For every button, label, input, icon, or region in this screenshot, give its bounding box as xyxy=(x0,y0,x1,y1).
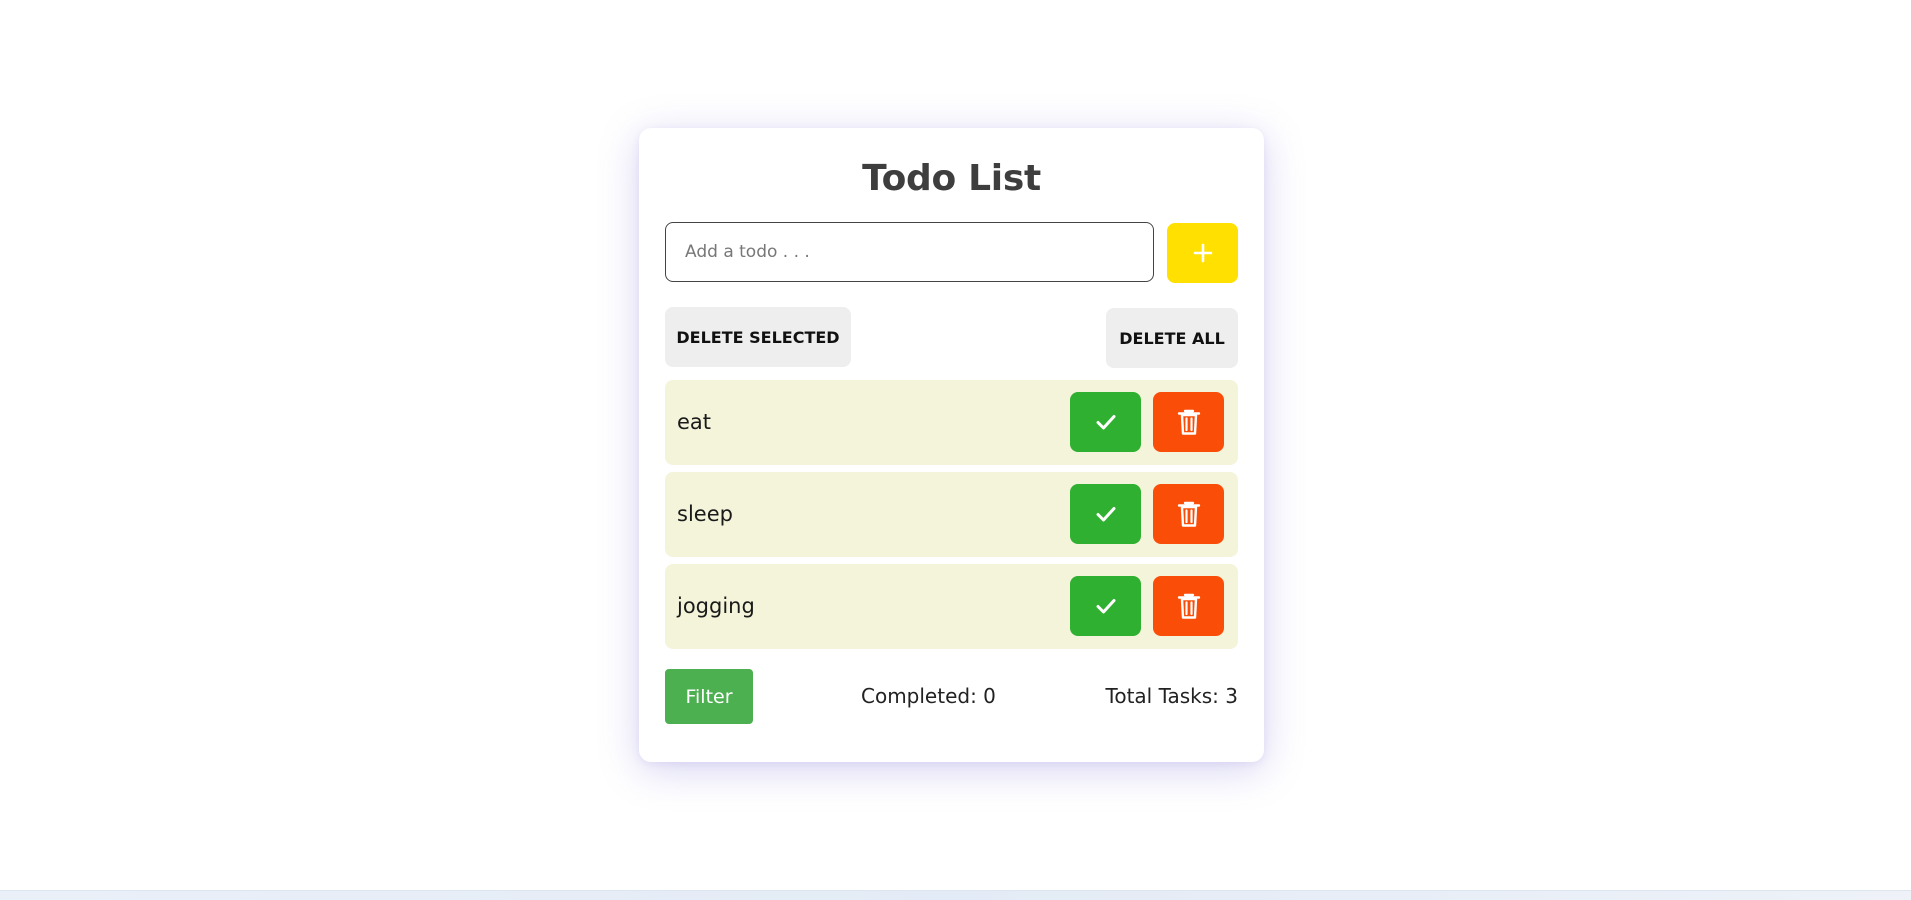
page: Todo List DELETE SELECTED DELETE ALL eat xyxy=(0,0,1911,900)
check-icon xyxy=(1096,414,1116,430)
plus-icon xyxy=(1193,243,1213,263)
delete-all-button[interactable]: DELETE ALL xyxy=(1106,308,1238,368)
todo-card: Todo List DELETE SELECTED DELETE ALL eat xyxy=(639,128,1264,762)
todo-item[interactable]: jogging xyxy=(665,564,1238,649)
page-title: Todo List xyxy=(862,158,1041,199)
delete-selected-button[interactable]: DELETE SELECTED xyxy=(665,307,851,367)
delete-button[interactable] xyxy=(1153,576,1224,636)
complete-button[interactable] xyxy=(1070,392,1141,452)
trash-icon xyxy=(1177,408,1201,436)
check-icon xyxy=(1096,506,1116,522)
todo-text: jogging xyxy=(677,594,755,618)
delete-button[interactable] xyxy=(1153,392,1224,452)
delete-button[interactable] xyxy=(1153,484,1224,544)
completed-count: Completed: 0 xyxy=(861,684,996,708)
todo-input[interactable] xyxy=(665,222,1154,282)
todo-item[interactable]: sleep xyxy=(665,472,1238,557)
complete-button[interactable] xyxy=(1070,576,1141,636)
total-tasks-count: Total Tasks: 3 xyxy=(1105,684,1238,708)
trash-icon xyxy=(1177,500,1201,528)
todo-text: sleep xyxy=(677,502,733,526)
todo-text: eat xyxy=(677,410,712,434)
todo-item[interactable]: eat xyxy=(665,380,1238,465)
add-todo-button[interactable] xyxy=(1167,223,1238,283)
filter-button[interactable]: Filter xyxy=(665,669,753,724)
trash-icon xyxy=(1177,592,1201,620)
check-icon xyxy=(1096,598,1116,614)
complete-button[interactable] xyxy=(1070,484,1141,544)
todo-list: eat sleep jogging xyxy=(665,380,1238,656)
footer: Filter Completed: 0 Total Tasks: 3 xyxy=(665,669,1238,724)
bottom-strip xyxy=(0,890,1911,900)
